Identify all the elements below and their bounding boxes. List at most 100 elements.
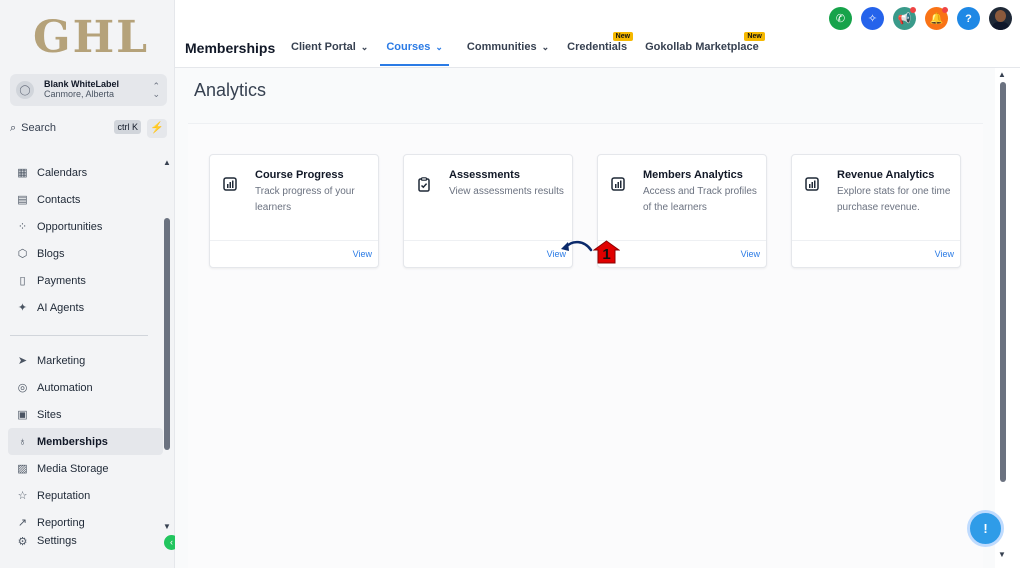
- tab-communities[interactable]: Communities ⌄: [467, 41, 549, 66]
- user-avatar[interactable]: [989, 7, 1012, 30]
- tab-credentials[interactable]: Credentials New: [567, 32, 634, 66]
- chevron-down-icon: ⌄: [541, 42, 550, 52]
- card-description: Track progress of your learners: [255, 186, 355, 213]
- sidebar-item-label: AI Agents: [37, 301, 85, 314]
- chevron-updown-icon: ⌃ ⌄: [152, 81, 160, 99]
- award-icon: ♁: [18, 435, 27, 448]
- tab-label: Client Portal: [291, 41, 356, 53]
- view-link[interactable]: View: [741, 249, 760, 259]
- card-description: Explore stats for one time purchase reve…: [837, 186, 951, 213]
- tab-label: Communities: [466, 41, 537, 53]
- tab-client-portal[interactable]: Client Portal ⌄: [291, 41, 368, 66]
- sidebar-item-sites[interactable]: ▣ Sites: [8, 401, 163, 428]
- sidebar-divider: [10, 335, 148, 336]
- sidebar-item-media-storage[interactable]: ▨ Media Storage: [8, 455, 163, 482]
- blog-icon: ⬡: [17, 248, 28, 260]
- sidebar-item-contacts[interactable]: ▤ Contacts: [8, 186, 163, 213]
- sidebar-item-label: Calendars: [37, 166, 88, 179]
- sidebar-nav-secondary: ➤ Marketing ◎ Automation ▣ Sites ♁ Membe…: [8, 347, 163, 536]
- top-bar: Memberships Client Portal ⌄ Courses ⌄ Comm…: [175, 0, 1020, 68]
- sidebar-scrollbar[interactable]: [164, 218, 170, 450]
- account-switcher[interactable]: ◯ Blank WhiteLabel Canmore, Alberta ⌃ ⌄: [10, 74, 167, 106]
- sidebar-item-payments[interactable]: ▯ Payments: [8, 267, 163, 294]
- search-shortcut: ctrl K: [114, 120, 141, 134]
- sidebar-item-label: Opportunities: [37, 220, 103, 233]
- chevron-down-icon: ⌄: [360, 42, 369, 52]
- account-avatar-icon: ◯: [16, 81, 34, 99]
- chevron-down-icon: ⌄: [435, 42, 443, 52]
- scroll-down-icon[interactable]: ▼: [998, 550, 1006, 559]
- sidebar-item-memberships[interactable]: ♁ Memberships: [8, 428, 163, 455]
- chart-icon: [805, 177, 819, 194]
- clipboard-check-icon: [417, 177, 431, 195]
- sidebar-item-label: Contacts: [37, 193, 81, 206]
- notification-dot: [942, 7, 948, 13]
- sidebar: GHL ◯ Blank WhiteLabel Canmore, Alberta …: [0, 0, 179, 568]
- header-actions: ✆ ✧ 📢 🔔 ?: [820, 7, 1012, 30]
- search-button[interactable]: ⌕ Search ctrl K: [10, 118, 141, 138]
- new-badge: New: [744, 32, 765, 41]
- card-revenue-analytics: Revenue Analytics Explore stats for one …: [791, 154, 961, 268]
- sites-icon: ▣: [17, 409, 28, 421]
- send-icon: ➤: [17, 355, 28, 367]
- opportunities-icon: ⁘: [17, 221, 28, 233]
- main-content: Analytics: [175, 68, 995, 568]
- sidebar-item-label: Memberships: [37, 435, 108, 448]
- pointer-arrow-icon: [561, 240, 593, 252]
- sidebar-item-ai-agents[interactable]: ✦ AI Agents: [8, 294, 163, 321]
- sidebar-item-label: Sites: [37, 408, 62, 421]
- section-title: Analytics: [194, 80, 267, 100]
- calendar-icon: ▦: [17, 167, 28, 179]
- image-icon: ▨: [17, 463, 28, 475]
- card-description: Access and Track profiles of the learner…: [643, 186, 757, 213]
- megaphone-icon[interactable]: 📢: [893, 7, 916, 30]
- chat-support-icon[interactable]: !: [967, 510, 1004, 547]
- sidebar-item-automation[interactable]: ◎ Automation: [8, 374, 163, 401]
- card-assessments: Assessments View assessments results Vie…: [403, 154, 573, 268]
- automation-icon: ◎: [17, 382, 28, 394]
- step-number: 1: [602, 246, 611, 263]
- new-badge: New: [612, 32, 634, 41]
- quick-action-bolt-icon[interactable]: ⚡: [147, 119, 167, 138]
- sidebar-item-label: Payments: [37, 274, 86, 287]
- account-location: Canmore, Alberta: [44, 89, 115, 99]
- sidebar-item-blogs[interactable]: ⬡ Blogs: [8, 240, 163, 267]
- contacts-icon: ▤: [17, 194, 28, 206]
- main-scrollbar[interactable]: [1000, 82, 1006, 482]
- ai-agents-icon: ✦: [17, 302, 28, 314]
- sidebar-item-label: Automation: [37, 381, 93, 394]
- sidebar-item-marketing[interactable]: ➤ Marketing: [8, 347, 163, 374]
- tab-label: Courses: [386, 41, 431, 53]
- sidebar-item-reputation[interactable]: ☆ Reputation: [8, 482, 163, 509]
- view-link[interactable]: View: [935, 249, 954, 259]
- scroll-up-icon[interactable]: ▲: [998, 70, 1006, 79]
- sidebar-scroll-down-icon[interactable]: ▼: [163, 522, 171, 531]
- bell-icon[interactable]: 🔔: [925, 7, 948, 30]
- card-title: Members Analytics: [643, 169, 743, 181]
- sidebar-item-settings[interactable]: ⚙ Settings: [8, 529, 163, 553]
- sidebar-item-label: Reporting: [37, 516, 85, 529]
- sidebar-item-opportunities[interactable]: ⁘ Opportunities: [8, 213, 163, 240]
- sidebar-item-calendars[interactable]: ▦ Calendars: [8, 159, 163, 186]
- chart-icon: [223, 177, 237, 194]
- notification-dot: [910, 7, 916, 13]
- tab-courses[interactable]: Courses ⌄: [380, 41, 449, 66]
- view-link[interactable]: View: [353, 249, 372, 259]
- help-icon[interactable]: ?: [957, 7, 980, 30]
- sidebar-nav-primary: ▦ Calendars ▤ Contacts ⁘ Opportunities ⬡…: [8, 159, 163, 321]
- phone-icon[interactable]: ✆: [829, 7, 852, 30]
- card-members-analytics: Members Analytics Access and Track profi…: [597, 154, 767, 268]
- magic-wand-icon[interactable]: ✧: [861, 7, 884, 30]
- card-title: Assessments: [449, 169, 520, 181]
- sidebar-nav-footer: ⚙ Settings: [8, 529, 163, 553]
- tab-gokollab-marketplace[interactable]: Gokollab Marketplace New: [645, 32, 765, 66]
- star-icon: ☆: [17, 490, 28, 502]
- sidebar-scroll-up-icon[interactable]: ▲: [163, 158, 171, 167]
- card-description: View assessments results: [449, 186, 564, 197]
- brand-logo[interactable]: GHL: [33, 12, 149, 63]
- tab-label: Credentials: [567, 41, 628, 53]
- step-marker: 1: [593, 240, 620, 264]
- sidebar-item-label: Settings: [37, 535, 77, 547]
- chart-icon: [611, 177, 625, 194]
- tab-label: Gokollab Marketplace: [645, 41, 759, 53]
